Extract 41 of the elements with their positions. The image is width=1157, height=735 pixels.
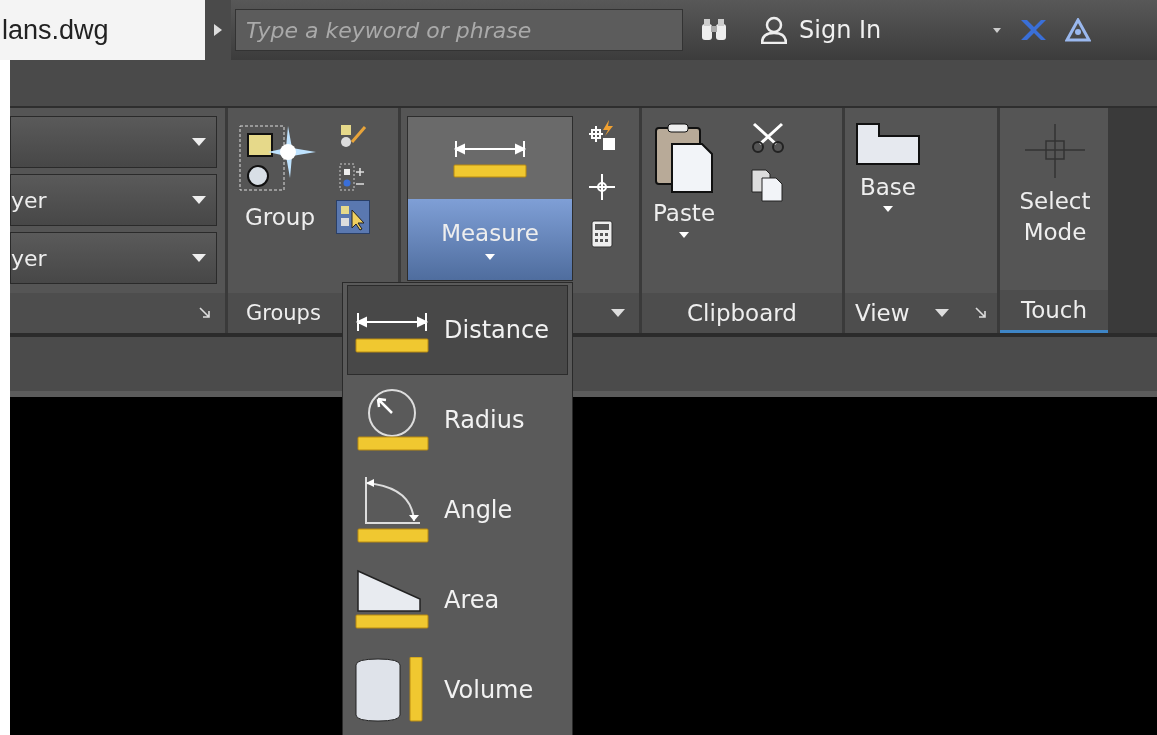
sign-in-link[interactable]: Sign In bbox=[799, 16, 882, 44]
caret-icon[interactable] bbox=[993, 27, 1002, 33]
caret-icon bbox=[679, 232, 689, 238]
group-select-button[interactable] bbox=[336, 200, 370, 234]
paste-button[interactable]: Paste bbox=[648, 116, 720, 293]
menu-item[interactable]: Radius bbox=[347, 375, 568, 465]
base-button[interactable]: Base bbox=[851, 116, 925, 293]
file-name: lans.dwg bbox=[2, 14, 109, 46]
launcher-icon[interactable] bbox=[975, 307, 987, 319]
group-button[interactable]: Group bbox=[234, 116, 326, 293]
crosshair-icon bbox=[1023, 122, 1087, 180]
expand-button[interactable] bbox=[205, 0, 231, 60]
caret-icon bbox=[883, 206, 893, 212]
user-icon[interactable] bbox=[761, 16, 787, 44]
clipboard-icon bbox=[652, 122, 716, 194]
calculator-icon[interactable] bbox=[590, 220, 614, 248]
copy-icon[interactable] bbox=[750, 168, 784, 202]
crosshair-icon[interactable] bbox=[587, 172, 617, 202]
scissors-icon[interactable] bbox=[750, 120, 786, 154]
layer-dropdown[interactable]: yer bbox=[10, 232, 217, 284]
dropdown-arrow-icon bbox=[192, 196, 206, 204]
menu-item[interactable]: Area bbox=[347, 555, 568, 645]
dropdown-arrow-icon bbox=[192, 254, 206, 262]
caret-icon[interactable] bbox=[935, 309, 950, 317]
dropdown-arrow-icon bbox=[192, 138, 206, 146]
layer-dropdown[interactable]: yer bbox=[10, 174, 217, 226]
triangle-icon[interactable] bbox=[1065, 18, 1092, 42]
binoculars-icon[interactable] bbox=[701, 18, 727, 42]
expand-arrow-icon bbox=[214, 24, 222, 36]
select-mode-button[interactable]: Select Mode bbox=[1006, 116, 1104, 290]
panel-caret-icon[interactable] bbox=[611, 309, 625, 317]
angle-icon bbox=[354, 475, 430, 545]
launcher-icon[interactable] bbox=[199, 307, 211, 319]
search-field[interactable]: Type a keyword or phrase bbox=[235, 9, 683, 51]
menu-item[interactable]: Angle bbox=[347, 465, 568, 555]
caret-icon bbox=[485, 253, 495, 260]
radius-icon bbox=[354, 387, 430, 453]
menu-item[interactable]: Volume bbox=[347, 645, 568, 735]
menu-item[interactable]: Distance bbox=[347, 285, 568, 375]
base-view-icon bbox=[855, 122, 921, 168]
area-icon bbox=[354, 569, 430, 631]
